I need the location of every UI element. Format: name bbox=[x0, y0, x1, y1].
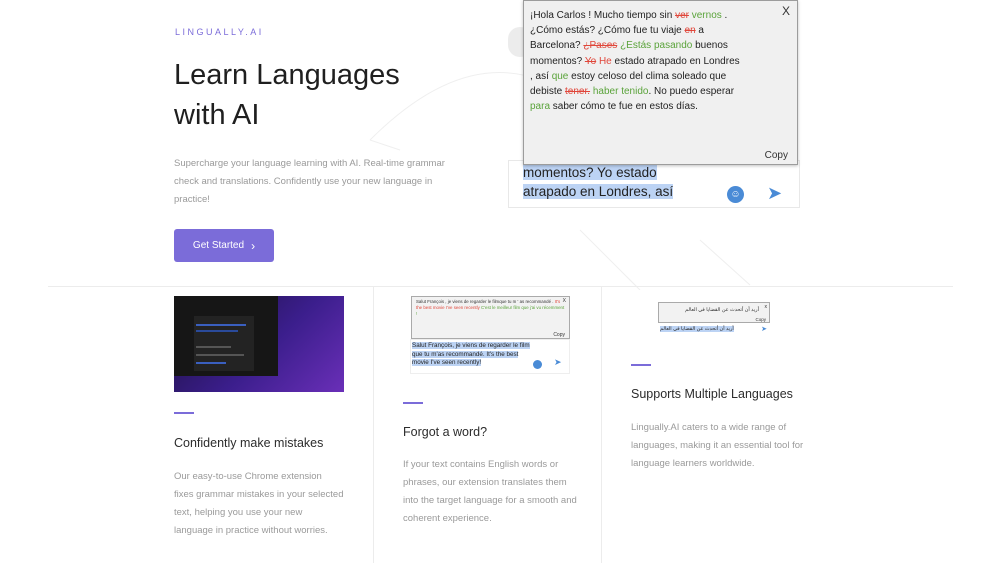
screenshot-segment: Salut François , je viens de regarder le… bbox=[416, 299, 500, 304]
screenshot-compose-text: أريد أن أتحدث عن القضايا في العالم bbox=[660, 326, 734, 332]
feature-screenshot-translate: X Salut François , je viens de regarder … bbox=[410, 296, 570, 374]
send-icon: ➤ bbox=[554, 357, 562, 367]
correction-segment: en bbox=[684, 25, 696, 37]
correction-segment: He bbox=[598, 55, 612, 67]
feature-title: Forgot a word? bbox=[403, 425, 488, 439]
screenshot-segment: que tu m ' as recommandé . bbox=[499, 299, 555, 304]
brand-label: LINGUALLY.AI bbox=[175, 27, 264, 37]
correction-segment: ¡Hola Carlos ! Mucho tiempo sin bbox=[530, 10, 676, 21]
correction-segment: tener. bbox=[565, 86, 591, 98]
correction-segment: ver bbox=[675, 10, 689, 21]
correction-segment: saber cómo te fue en estos días. bbox=[550, 101, 698, 113]
feature-description: Lingually.AI caters to a wide range of l… bbox=[631, 422, 804, 469]
copy-label: Copy bbox=[553, 332, 565, 338]
section-divider bbox=[48, 286, 953, 287]
column-divider bbox=[601, 287, 602, 563]
feature-screenshot-languages: أريد أن أتحدث عن القضايا في العالم x Cop… bbox=[658, 302, 770, 338]
get-started-label: Get Started bbox=[192, 240, 245, 251]
compose-box[interactable]: momentos? Yo estado atrapado en Londres,… bbox=[508, 160, 800, 208]
close-icon: X bbox=[562, 298, 566, 304]
get-started-button[interactable]: Get Started › bbox=[174, 229, 274, 262]
send-icon[interactable]: ➤ bbox=[767, 183, 782, 204]
correction-segment: Yo bbox=[584, 55, 597, 67]
emoji-icon bbox=[533, 360, 542, 369]
column-divider bbox=[373, 287, 374, 563]
selected-text: momentos? Yo estado atrapado en Londres,… bbox=[523, 165, 674, 199]
hero-title: Learn Languages with AI bbox=[174, 59, 400, 131]
feature-description: If your text contains English words or p… bbox=[403, 459, 577, 524]
send-icon: ➤ bbox=[761, 326, 767, 333]
accent-line bbox=[631, 364, 651, 366]
feature-title: Confidently make mistakes bbox=[174, 436, 324, 450]
copy-button[interactable]: Copy bbox=[765, 150, 788, 161]
copy-label: Copy bbox=[755, 317, 766, 322]
screenshot-compose-text: Salut François, je viens de regarder le … bbox=[412, 342, 530, 367]
screenshot-popup-text: أريد أن أتحدث عن القضايا في العالم bbox=[685, 307, 759, 313]
screenshot-popup-text: Salut François , je viens de regarder le… bbox=[416, 299, 565, 317]
correction-segment: vernos bbox=[691, 10, 722, 21]
close-icon: x bbox=[764, 304, 768, 310]
chevron-right-icon: › bbox=[251, 238, 256, 253]
correction-segment: para bbox=[530, 101, 551, 113]
compose-text[interactable]: momentos? Yo estado atrapado en Londres,… bbox=[523, 163, 713, 201]
correction-segment: . No puedo esperar bbox=[648, 86, 735, 98]
accent-line bbox=[174, 412, 194, 414]
correction-text: ¡Hola Carlos ! Mucho tiempo sin ver vern… bbox=[530, 8, 740, 114]
feature-title: Supports Multiple Languages bbox=[631, 387, 793, 401]
emoji-icon[interactable]: ☺ bbox=[727, 186, 744, 203]
close-icon[interactable]: X bbox=[782, 4, 790, 18]
feature-screenshot-grammar bbox=[174, 296, 344, 392]
correction-segment: ¿Estás pasando bbox=[620, 40, 693, 52]
feature-description: Our easy-to-use Chrome extension fixes g… bbox=[174, 471, 344, 536]
correction-segment: que bbox=[551, 70, 569, 82]
correction-popup: X ¡Hola Carlos ! Mucho tiempo sin ver ve… bbox=[523, 0, 798, 165]
hero-description: Supercharge your language learning with … bbox=[174, 158, 445, 205]
correction-segment: haber tenido bbox=[592, 86, 649, 98]
accent-line bbox=[403, 402, 423, 404]
correction-segment: ¿Pases bbox=[583, 40, 618, 52]
